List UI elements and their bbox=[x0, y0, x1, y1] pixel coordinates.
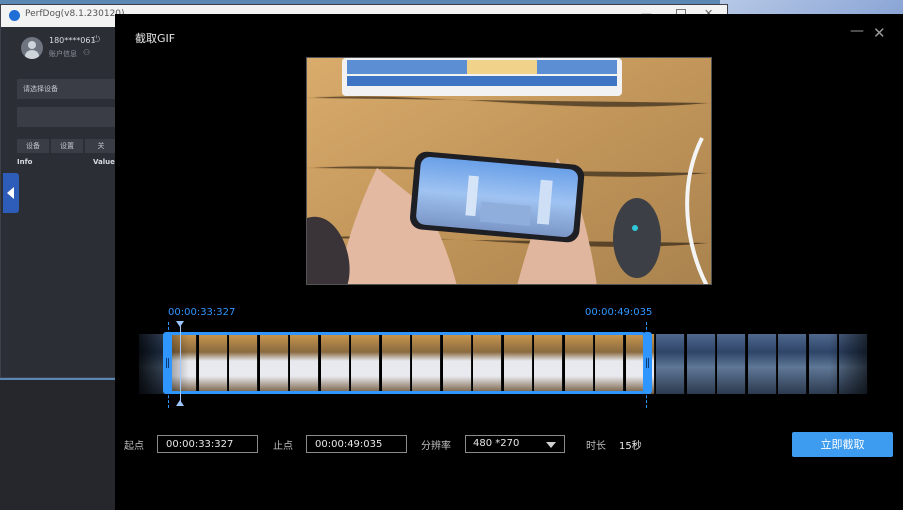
selection-end-marker: 00:00:49:035 bbox=[585, 307, 653, 318]
end-label: 止点 bbox=[273, 441, 293, 452]
filmstrip-frame bbox=[748, 334, 777, 394]
start-time-input[interactable] bbox=[157, 435, 258, 453]
duration-value: 15秒 bbox=[619, 441, 642, 452]
grip-icon bbox=[646, 358, 647, 368]
dialog-minimize-icon[interactable]: — bbox=[850, 23, 864, 39]
gif-capture-dialog: 截取GIF — ✕ 00:00:33:327 00:00:49:035 起点 0… bbox=[115, 14, 903, 510]
filmstrip-frame bbox=[778, 334, 807, 394]
collapse-sidebar-button[interactable] bbox=[3, 173, 19, 213]
power-icon[interactable]: ⏻ bbox=[93, 35, 100, 45]
device-select-placeholder: 请选择设备 bbox=[23, 85, 58, 93]
desktop-taskbar-area bbox=[0, 380, 120, 510]
playhead-top-icon[interactable] bbox=[176, 321, 184, 327]
perfdog-logo-icon bbox=[9, 10, 20, 21]
perfdog-sidebar: 180****061 ⏻ 账户信息 ⚇ 请选择设备 设备 设置 关 Info V… bbox=[7, 27, 117, 375]
video-frame-image bbox=[307, 58, 711, 284]
playhead-bottom-icon[interactable] bbox=[176, 400, 184, 406]
tab-about[interactable]: 关 bbox=[85, 139, 117, 153]
tab-device[interactable]: 设备 bbox=[17, 139, 49, 153]
resolution-value: 480 *270 bbox=[473, 438, 520, 449]
filmstrip-frame bbox=[687, 334, 716, 394]
dialog-close-icon[interactable]: ✕ bbox=[873, 24, 886, 42]
selection-range[interactable] bbox=[166, 332, 646, 394]
dialog-title: 截取GIF bbox=[135, 32, 176, 45]
chevron-left-icon bbox=[7, 187, 14, 199]
sidebar-tabs: 设备 设置 关 bbox=[17, 139, 117, 153]
user-name: 180****061 bbox=[49, 36, 96, 45]
filmstrip-frame bbox=[717, 334, 746, 394]
app-select[interactable] bbox=[17, 107, 117, 127]
column-info: Info bbox=[17, 158, 33, 166]
start-drag-handle[interactable] bbox=[163, 332, 172, 394]
capture-now-button[interactable]: 立即截取 bbox=[792, 432, 893, 457]
end-drag-handle[interactable] bbox=[643, 332, 652, 394]
avatar[interactable] bbox=[21, 37, 43, 59]
chevron-down-icon bbox=[546, 442, 556, 448]
duration-label: 时长 bbox=[586, 441, 606, 452]
user-settings-icon[interactable]: ⚇ bbox=[83, 48, 90, 57]
end-time-input[interactable] bbox=[306, 435, 407, 453]
start-label: 起点 bbox=[124, 441, 144, 452]
column-value: Value bbox=[93, 158, 115, 166]
selection-start-marker: 00:00:33:327 bbox=[168, 307, 236, 318]
playhead-line[interactable] bbox=[180, 326, 181, 402]
filmstrip-frame bbox=[656, 334, 685, 394]
resolution-select[interactable]: 480 *270 bbox=[465, 435, 565, 453]
device-select[interactable]: 请选择设备 bbox=[17, 79, 117, 99]
grip-icon bbox=[166, 358, 167, 368]
resolution-label: 分辨率 bbox=[421, 441, 451, 452]
account-info-link[interactable]: 账户信息 bbox=[49, 49, 77, 59]
perfdog-title: PerfDog(v8.1.230120) bbox=[25, 9, 125, 19]
tab-settings[interactable]: 设置 bbox=[51, 139, 83, 153]
filmstrip-fade-right bbox=[829, 334, 889, 394]
video-preview bbox=[306, 57, 712, 285]
